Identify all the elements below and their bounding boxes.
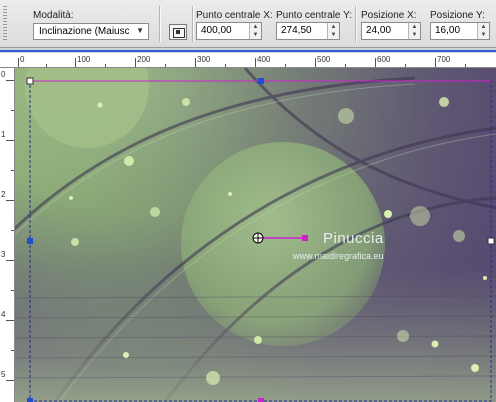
center-y-label: Punto centrale Y: — [276, 10, 352, 21]
center-x-label: Punto centrale X: — [196, 10, 273, 21]
grip-icon[interactable] — [3, 6, 7, 42]
horizontal-ruler[interactable]: 0 100 200 300 400 500 600 700 — [0, 53, 496, 68]
ruler-label: 5 — [1, 370, 6, 379]
spin-down-icon[interactable]: ▼ — [250, 31, 261, 39]
center-x-spinner[interactable]: ▲ ▼ — [249, 23, 261, 39]
spin-up-icon[interactable]: ▲ — [478, 23, 489, 31]
center-x-field[interactable]: 400,00 ▲ ▼ — [196, 22, 262, 40]
ruler-label: 2 — [1, 190, 6, 199]
spin-up-icon[interactable]: ▲ — [409, 23, 420, 31]
ruler-label: 700 — [437, 55, 451, 64]
dropdown-arrow-icon[interactable]: ▼ — [136, 26, 144, 35]
ruler-label: 4 — [1, 310, 6, 319]
center-y-field[interactable]: 274,50 ▲ ▼ — [276, 22, 340, 40]
ruler-label: 400 — [257, 55, 271, 64]
pos-y-field[interactable]: 16,00 ▲ ▼ — [430, 22, 490, 40]
ruler-label: 600 — [377, 55, 391, 64]
pos-x-value: 24,00 — [366, 25, 392, 36]
toolbar-separator — [192, 6, 194, 42]
spin-up-icon[interactable]: ▲ — [328, 23, 339, 31]
watermark-name: Pinuccia — [323, 230, 384, 247]
center-x-value: 400,00 — [201, 25, 232, 36]
pos-y-label: Posizione Y: — [430, 10, 485, 21]
center-y-spinner[interactable]: ▲ ▼ — [327, 23, 339, 39]
pick-tool-icon[interactable] — [169, 24, 187, 40]
ruler-label: 300 — [197, 55, 211, 64]
pos-y-spinner[interactable]: ▲ ▼ — [477, 23, 489, 39]
ruler-label: 3 — [1, 250, 6, 259]
pos-y-value: 16,00 — [435, 25, 461, 36]
toolbar-separator — [159, 6, 161, 42]
ruler-label: 0 — [20, 55, 25, 64]
mode-dropdown[interactable]: Inclinazione (Maiusc) ▼ — [33, 23, 149, 40]
ruler-label: 0 — [1, 70, 6, 79]
spin-down-icon[interactable]: ▼ — [478, 31, 489, 39]
ruler-label: 1 — [1, 130, 6, 139]
horizontal-ruler-ticks — [18, 58, 466, 67]
vertical-ruler[interactable]: 0 1 2 3 4 5 — [0, 68, 15, 402]
center-y-value: 274,50 — [281, 25, 312, 36]
watermark-url: www.maidiregrafica.eu — [293, 251, 384, 261]
vertical-ruler-ticks — [6, 80, 14, 381]
mode-dropdown-value: Inclinazione (Maiusc) — [39, 26, 129, 37]
toolbar-separator — [355, 6, 357, 42]
pos-x-spinner[interactable]: ▲ ▼ — [408, 23, 420, 39]
tool-options-bar: Modalità: Inclinazione (Maiusc) ▼ Punto … — [0, 0, 496, 48]
ruler-label: 100 — [77, 55, 91, 64]
artwork — [15, 68, 496, 402]
pos-x-field[interactable]: 24,00 ▲ ▼ — [361, 22, 421, 40]
spin-down-icon[interactable]: ▼ — [409, 31, 420, 39]
pos-x-label: Posizione X: — [361, 10, 417, 21]
spin-down-icon[interactable]: ▼ — [328, 31, 339, 39]
image-canvas[interactable]: Pinuccia www.maidiregrafica.eu — [15, 68, 496, 402]
spin-up-icon[interactable]: ▲ — [250, 23, 261, 31]
ruler-label: 200 — [137, 55, 151, 64]
ruler-label: 500 — [317, 55, 331, 64]
mode-label: Modalità: — [33, 10, 74, 21]
